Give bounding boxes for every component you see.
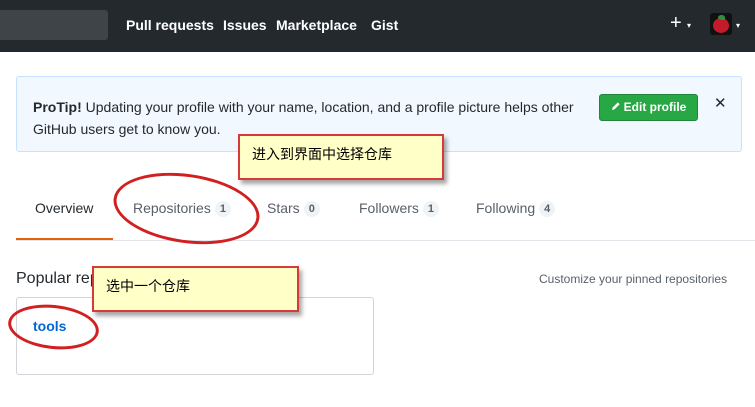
tab-following[interactable]: Following 4 bbox=[476, 188, 556, 240]
tab-label: Stars bbox=[267, 200, 300, 216]
annotation-callout-select-repo: 选中一个仓库 bbox=[92, 266, 299, 312]
header-bar: Pull requests Issues Marketplace Gist + … bbox=[0, 0, 755, 52]
protip-label: ProTip! bbox=[33, 99, 82, 115]
edit-profile-button[interactable]: Edit profile bbox=[599, 94, 698, 121]
tab-overview[interactable]: Overview bbox=[16, 188, 113, 240]
avatar-fruit-shape bbox=[713, 18, 729, 33]
tab-counter: 4 bbox=[539, 201, 556, 217]
annotation-callout-select-section: 进入到界面中选择仓库 bbox=[238, 134, 444, 180]
tab-label: Overview bbox=[35, 200, 94, 216]
avatar[interactable] bbox=[710, 13, 732, 35]
nav-pull-requests[interactable]: Pull requests bbox=[126, 17, 214, 33]
tab-counter: 0 bbox=[303, 201, 320, 217]
protip-text: Updating your profile with your name, lo… bbox=[33, 99, 574, 137]
close-icon[interactable]: ✕ bbox=[714, 94, 727, 112]
pencil-icon bbox=[611, 95, 621, 120]
nav-marketplace[interactable]: Marketplace bbox=[276, 17, 357, 33]
tab-label: Following bbox=[476, 200, 536, 216]
tab-counter: 1 bbox=[422, 201, 440, 217]
tab-followers[interactable]: Followers 1 bbox=[359, 188, 440, 240]
avatar-chevron-down-icon[interactable]: ▾ bbox=[736, 21, 740, 30]
customize-pinned-link[interactable]: Customize your pinned repositories bbox=[539, 272, 727, 286]
chevron-down-icon[interactable]: ▾ bbox=[687, 21, 691, 30]
search-input[interactable] bbox=[0, 10, 108, 40]
nav-gist[interactable]: Gist bbox=[371, 17, 398, 33]
edit-profile-label: Edit profile bbox=[623, 100, 687, 114]
nav-issues[interactable]: Issues bbox=[223, 17, 267, 33]
tab-stars[interactable]: Stars 0 bbox=[267, 188, 320, 240]
avatar-leaf-shape bbox=[718, 15, 725, 20]
plus-icon[interactable]: + bbox=[670, 12, 682, 35]
tab-label: Followers bbox=[359, 200, 419, 216]
popular-repositories-heading: Popular rep bbox=[16, 270, 99, 287]
